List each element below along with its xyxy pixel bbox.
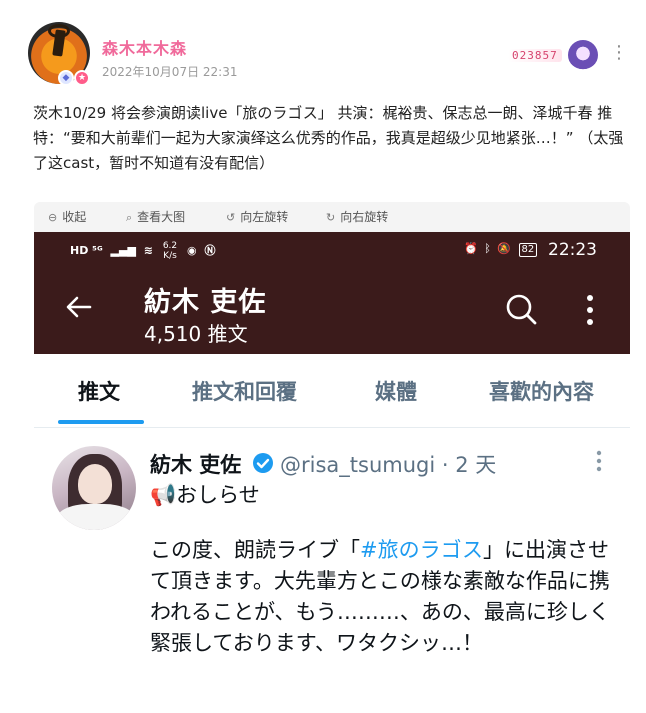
mute-icon: 🔕 — [497, 242, 512, 255]
tweet-more-icon[interactable] — [595, 450, 603, 472]
star-badge-icon: ★ — [74, 70, 90, 86]
fan-badge-character-icon — [568, 40, 598, 70]
status-left-group: HD ⁵ᴳ ▂▄▆ ≋ 6.2 K/s ◉ Ⓝ — [70, 241, 215, 261]
rotate-left-icon: ↺ — [226, 211, 236, 224]
rotate-left-button[interactable]: ↺ 向左旋转 — [226, 202, 288, 232]
view-large-label: 查看大图 — [137, 210, 186, 224]
back-arrow-icon[interactable] — [64, 292, 94, 322]
level-badge-icon: ◆ — [58, 70, 74, 86]
profile-name: 紡木 吏佐 — [144, 287, 267, 318]
post-text: 茨木10/29 将会参演朗读live「旅のラゴス」 共演：梶裕贵、保志总一朗、泽… — [33, 104, 624, 172]
hashtag-link[interactable]: #旅のラゴス — [360, 538, 483, 562]
tab-tweets[interactable]: 推文 — [78, 376, 120, 406]
image-toolbar: ⊖ 收起 ⌕ 查看大图 ↺ 向左旋转 ↻ 向右旋转 — [34, 202, 630, 232]
eye-icon: ◉ — [187, 244, 197, 257]
bluetooth-icon: ᛒ — [484, 242, 491, 255]
magnifier-icon: ⌕ — [126, 211, 133, 224]
collapse-button[interactable]: ⊖ 收起 — [48, 202, 86, 232]
fan-badge[interactable]: 023857 — [508, 40, 598, 70]
rotate-right-button[interactable]: ↻ 向右旋转 — [326, 202, 388, 232]
rotate-left-label: 向左旋转 — [240, 210, 289, 224]
tab-media[interactable]: 媒體 — [375, 376, 417, 406]
verified-badge-icon — [253, 453, 273, 473]
battery-indicator: 82 — [518, 243, 538, 257]
rotate-right-icon: ↻ — [326, 211, 336, 224]
tab-tweets-and-replies[interactable]: 推文和回覆 — [192, 376, 297, 406]
username[interactable]: 森木本木森 — [102, 35, 187, 59]
avatar-tag — [52, 29, 66, 57]
wifi-icon: ≋ — [143, 244, 153, 257]
tweet-handle-time: @risa_tsumugi · 2 天 — [280, 453, 497, 477]
status-right-group: ⏰ ᛒ 🔕 82 — [464, 242, 538, 257]
post-header: ◆ ★ 森木本木森 2022年10月07日 22:31 023857 ⋮ — [28, 22, 628, 92]
more-options-icon[interactable]: ⋮ — [610, 44, 628, 68]
tab-likes[interactable]: 喜歡的內容 — [489, 376, 594, 406]
active-tab-indicator — [58, 420, 144, 424]
profile-header: 紡木 吏佐 4,510 推文 — [34, 270, 630, 354]
tweet-avatar[interactable] — [52, 446, 136, 530]
net-speed-value: 6.2 — [162, 241, 178, 251]
tweet-body: この度、朗読ライブ「#旅のラゴス」に出演させて頂きます。大先輩方とこの様な素敵な… — [150, 535, 620, 659]
nfc-icon: Ⓝ — [204, 244, 216, 257]
rotate-right-label: 向右旋转 — [340, 210, 389, 224]
attached-screenshot[interactable]: HD ⁵ᴳ ▂▄▆ ≋ 6.2 K/s ◉ Ⓝ ⏰ ᛒ 🔕 82 22:23 紡… — [34, 232, 630, 713]
collapse-label: 收起 — [62, 210, 87, 224]
view-large-button[interactable]: ⌕ 查看大图 — [126, 202, 185, 232]
net-speed-unit: K/s — [163, 251, 177, 261]
signal-icon: ▂▄▆ — [110, 244, 136, 257]
search-icon[interactable] — [504, 292, 538, 326]
tweet-author-name[interactable]: 紡木 吏佐 — [150, 449, 241, 479]
status-time: 22:23 — [548, 240, 597, 260]
collapse-icon: ⊖ — [48, 211, 58, 224]
avatar-face — [78, 464, 112, 504]
avatar-clothing — [56, 504, 136, 530]
post-timestamp: 2022年10月07日 22:31 — [102, 65, 238, 79]
alarm-icon: ⏰ — [464, 242, 478, 255]
tweet-count: 4,510 推文 — [144, 322, 248, 346]
net-speed: 6.2 K/s — [163, 241, 177, 261]
overflow-menu-icon[interactable] — [586, 294, 594, 326]
tweet-body-before: この度、朗読ライブ「 — [150, 538, 360, 562]
fan-badge-number: 023857 — [508, 49, 562, 62]
network-type-text: HD ⁵ᴳ — [70, 244, 103, 257]
phone-status-bar: HD ⁵ᴳ ▂▄▆ ≋ 6.2 K/s ◉ Ⓝ ⏰ ᛒ 🔕 82 22:23 — [34, 232, 630, 270]
tweet-announcement: 📢おしらせ — [150, 483, 260, 507]
profile-tabs: 推文 推文和回覆 媒體 喜歡的內容 — [34, 354, 630, 428]
